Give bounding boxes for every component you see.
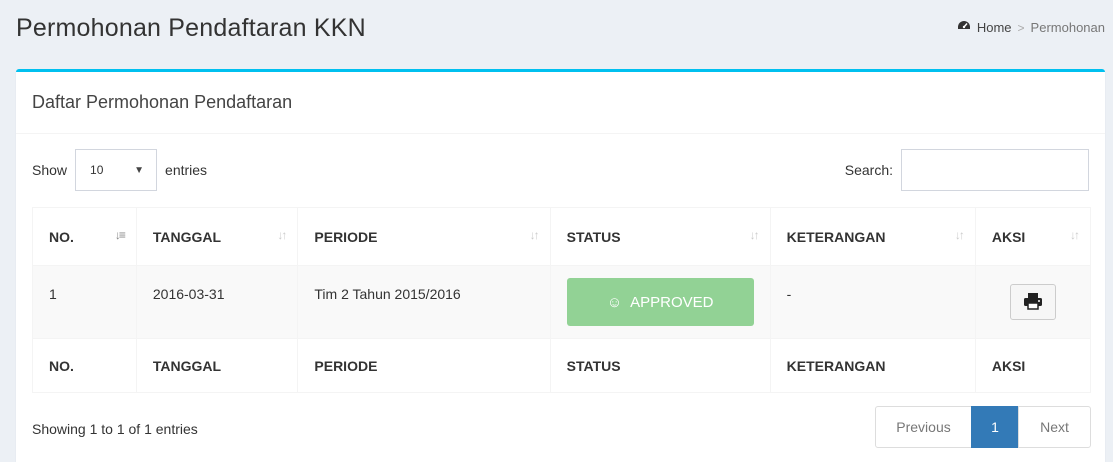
breadcrumb-current: Permohonan bbox=[1030, 20, 1105, 35]
box-header: Daftar Permohonan Pendaftaran bbox=[16, 72, 1105, 134]
cell-no: 1 bbox=[32, 265, 137, 339]
entries-label: entries bbox=[165, 162, 208, 178]
pagination: Previous 1 Next bbox=[875, 406, 1091, 448]
smile-icon: ☺ bbox=[606, 293, 623, 311]
column-header-tanggal[interactable]: TANGGAL ↓↑ bbox=[135, 207, 299, 266]
entries-select-value: 10 bbox=[90, 163, 104, 177]
footer-no: NO. bbox=[32, 338, 137, 393]
breadcrumb-home-link[interactable]: Home bbox=[977, 20, 1012, 35]
print-button[interactable] bbox=[1009, 284, 1056, 320]
status-badge: ☺ APPROVED bbox=[566, 278, 754, 326]
entries-select[interactable]: 10 ▼ bbox=[75, 149, 158, 191]
cell-tanggal: 2016-03-31 bbox=[135, 265, 299, 339]
dashboard-icon bbox=[957, 20, 971, 35]
column-header-no[interactable]: NO. ↓≡ bbox=[32, 207, 137, 266]
sort-icon: ↓↑ bbox=[749, 228, 760, 242]
table-footer-row: NO. TANGGAL PERIODE STATUS KETERANGAN AK… bbox=[32, 338, 1092, 393]
show-label: Show bbox=[32, 162, 68, 178]
print-icon bbox=[1023, 292, 1043, 313]
entries-length-control: Show 10 ▼ entries bbox=[32, 149, 207, 191]
page-1-button[interactable]: 1 bbox=[971, 406, 1019, 448]
column-header-periode[interactable]: PERIODE ↓↑ bbox=[297, 207, 551, 266]
search-input[interactable] bbox=[901, 149, 1089, 191]
column-header-aksi[interactable]: AKSI ↓↑ bbox=[974, 207, 1092, 266]
sort-icon: ↓↑ bbox=[954, 228, 965, 242]
sort-icon: ↓↑ bbox=[1070, 228, 1080, 242]
footer-periode: PERIODE bbox=[297, 338, 551, 393]
next-button[interactable]: Next bbox=[1018, 406, 1091, 448]
cell-status: ☺ APPROVED bbox=[549, 265, 771, 339]
table-header-row: NO. ↓≡ TANGGAL ↓↑ PERIODE ↓↑ STATUS ↓↑ KETER… bbox=[32, 207, 1092, 266]
cell-aksi bbox=[974, 265, 1092, 339]
column-header-status[interactable]: STATUS ↓↑ bbox=[549, 207, 771, 266]
footer-tanggal: TANGGAL bbox=[135, 338, 299, 393]
chevron-down-icon: ▼ bbox=[134, 164, 145, 176]
page-header: Permohonan Pendaftaran KKN Home > Permoh… bbox=[16, 10, 1113, 50]
cell-periode: Tim 2 Tahun 2015/2016 bbox=[297, 265, 551, 339]
status-label: APPROVED bbox=[630, 293, 714, 311]
footer-status: STATUS bbox=[549, 338, 771, 393]
table-row: 1 2016-03-31 Tim 2 Tahun 2015/2016 ☺ APP… bbox=[32, 265, 1092, 339]
table-info: Showing 1 to 1 of 1 entries bbox=[32, 421, 198, 437]
applications-box: Daftar Permohonan Pendaftaran Show 10 ▼ … bbox=[16, 69, 1105, 462]
column-header-keterangan[interactable]: KETERANGAN ↓↑ bbox=[769, 207, 976, 266]
sort-icon: ↓↑ bbox=[277, 228, 287, 242]
search-label: Search: bbox=[844, 162, 893, 178]
sort-icon: ↓↑ bbox=[529, 228, 540, 242]
applications-table: NO. ↓≡ TANGGAL ↓↑ PERIODE ↓↑ STATUS ↓↑ KETER… bbox=[32, 207, 1092, 393]
breadcrumb: Home > Permohonan bbox=[957, 20, 1105, 35]
footer-keterangan: KETERANGAN bbox=[769, 338, 976, 393]
breadcrumb-separator: > bbox=[1017, 20, 1025, 35]
sort-ascending-icon: ↓≡ bbox=[114, 228, 126, 242]
table-controls: Show 10 ▼ entries Search: bbox=[32, 149, 1089, 191]
footer-aksi: AKSI bbox=[974, 338, 1092, 393]
page-title: Permohonan Pendaftaran KKN bbox=[16, 14, 366, 42]
previous-button[interactable]: Previous bbox=[875, 406, 972, 448]
box-title: Daftar Permohonan Pendaftaran bbox=[32, 92, 293, 112]
cell-keterangan: - bbox=[769, 265, 976, 339]
search-control: Search: bbox=[845, 149, 1089, 191]
